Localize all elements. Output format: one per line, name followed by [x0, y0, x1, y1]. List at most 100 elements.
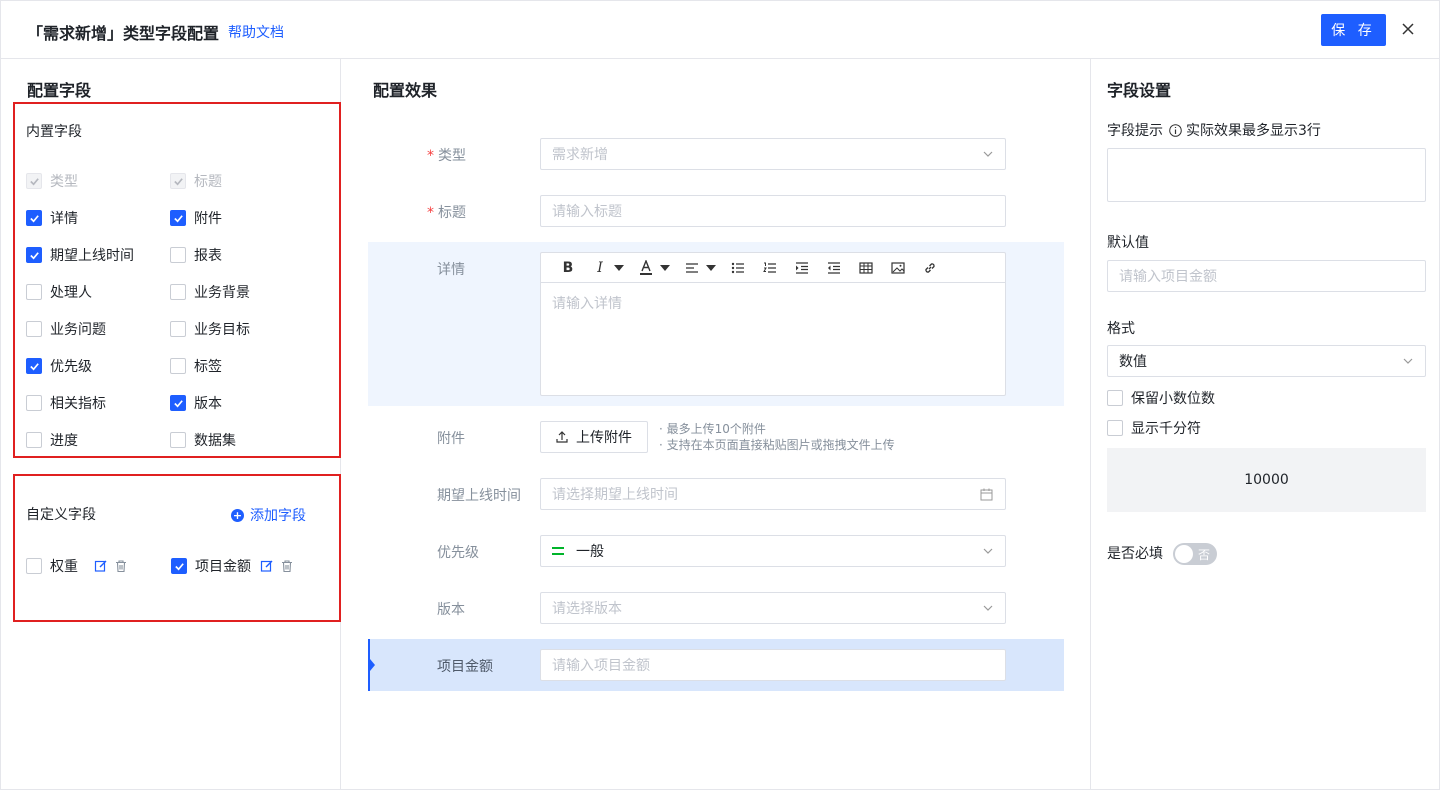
priority-normal-icon	[552, 545, 564, 557]
checkbox[interactable]	[26, 432, 42, 448]
checkbox-checked[interactable]	[170, 210, 186, 226]
format-select[interactable]: 数值	[1107, 345, 1426, 377]
bullet-list-icon[interactable]	[727, 257, 749, 279]
chevron-down-icon[interactable]	[659, 257, 671, 279]
builtin-field-item[interactable]: 报表	[170, 245, 222, 265]
checkbox[interactable]	[170, 247, 186, 263]
edit-icon[interactable]	[260, 559, 274, 573]
type-select[interactable]: 需求新增	[540, 138, 1006, 170]
version-select[interactable]: 请选择版本	[540, 592, 1006, 624]
editor-toolbar: B I	[541, 253, 1005, 283]
checkbox[interactable]	[26, 284, 42, 300]
checkbox[interactable]	[170, 321, 186, 337]
builtin-field-item[interactable]: 附件	[170, 208, 222, 228]
help-doc-link[interactable]: 帮助文档	[228, 22, 284, 42]
builtin-field-label: 类型	[50, 174, 78, 190]
expected-time-picker[interactable]: 请选择期望上线时间	[540, 478, 1006, 510]
checkbox-checked	[26, 173, 42, 189]
add-field-label: 添加字段	[250, 508, 306, 524]
checkbox[interactable]	[26, 321, 42, 337]
builtin-field-label: 版本	[194, 396, 222, 412]
outdent-icon[interactable]	[823, 257, 845, 279]
priority-select[interactable]: 一般	[540, 535, 1006, 567]
preview-title: 配置效果	[373, 81, 438, 100]
detail-rich-editor[interactable]: B I 请输入详情	[540, 252, 1006, 396]
checkbox[interactable]	[170, 432, 186, 448]
builtin-field-label: 报表	[194, 248, 222, 264]
checkbox[interactable]	[170, 358, 186, 374]
italic-icon[interactable]: I	[589, 257, 611, 279]
custom-field-amount[interactable]: 项目金额	[171, 556, 294, 576]
builtin-fields-label: 内置字段	[26, 124, 82, 140]
builtin-field-item[interactable]: 进度	[26, 430, 78, 450]
checkbox[interactable]	[26, 395, 42, 411]
checkbox-checked[interactable]	[26, 247, 42, 263]
field-settings-panel: 字段设置 字段提示 实际效果最多显示3行 默认值 请输入项目金额 格式 数值 保…	[1091, 59, 1440, 790]
keep-decimal-option[interactable]: 保留小数位数	[1107, 388, 1215, 408]
ordered-list-icon[interactable]	[759, 257, 781, 279]
align-icon[interactable]	[681, 257, 703, 279]
format-label: 格式	[1107, 321, 1135, 337]
builtin-field-item[interactable]: 业务问题	[26, 319, 106, 339]
builtin-field-item[interactable]: 业务目标	[170, 319, 250, 339]
toggle-knob	[1175, 545, 1193, 563]
custom-field-weight[interactable]: 权重	[26, 556, 128, 576]
expected-time-label: 期望上线时间	[437, 488, 521, 504]
checkbox[interactable]	[26, 558, 42, 574]
builtin-field-label: 详情	[50, 211, 78, 227]
title-input[interactable]: 请输入标题	[540, 195, 1006, 227]
builtin-field-item[interactable]: 数据集	[170, 430, 236, 450]
builtin-field-item: 类型	[26, 171, 78, 191]
builtin-field-item[interactable]: 期望上线时间	[26, 245, 134, 265]
close-icon[interactable]	[1399, 18, 1417, 40]
custom-field-label: 权重	[50, 559, 78, 575]
thousand-separator-option[interactable]: 显示千分符	[1107, 418, 1201, 438]
checkbox[interactable]	[170, 284, 186, 300]
chevron-down-icon[interactable]	[613, 257, 625, 279]
edit-icon[interactable]	[94, 559, 108, 573]
chevron-down-icon[interactable]	[705, 257, 717, 279]
detail-placeholder: 请输入详情	[552, 296, 622, 312]
builtin-field-item[interactable]: 版本	[170, 393, 222, 413]
version-label: 版本	[437, 602, 465, 618]
save-button[interactable]: 保 存	[1321, 14, 1386, 46]
add-field-button[interactable]: + 添加字段	[231, 505, 306, 525]
toggle-text: 否	[1198, 548, 1211, 562]
builtin-field-label: 优先级	[50, 359, 92, 375]
trash-icon[interactable]	[280, 559, 294, 573]
bold-icon[interactable]: B	[557, 257, 579, 279]
amount-label: 项目金额	[437, 659, 493, 675]
chevron-down-icon	[983, 151, 993, 157]
table-icon[interactable]	[855, 257, 877, 279]
builtin-field-label: 期望上线时间	[50, 248, 134, 264]
upload-attachment-button[interactable]: 上传附件	[540, 421, 648, 453]
checkbox[interactable]	[1107, 420, 1123, 436]
checkbox-checked[interactable]	[26, 358, 42, 374]
builtin-field-item[interactable]: 业务背景	[170, 282, 250, 302]
checkbox-checked[interactable]	[171, 558, 187, 574]
upload-hint-1: · 最多上传10个附件	[659, 422, 766, 436]
field-hint-textarea[interactable]	[1107, 148, 1426, 202]
builtin-field-item[interactable]: 相关指标	[26, 393, 106, 413]
checkbox[interactable]	[1107, 390, 1123, 406]
builtin-field-item[interactable]: 优先级	[26, 356, 92, 376]
required-toggle[interactable]: 否	[1173, 543, 1217, 565]
link-icon[interactable]	[919, 257, 941, 279]
indent-icon[interactable]	[791, 257, 813, 279]
field-settings-title: 字段设置	[1107, 81, 1172, 100]
builtin-field-item[interactable]: 处理人	[26, 282, 92, 302]
builtin-field-label: 标题	[194, 174, 222, 190]
chevron-down-icon	[983, 548, 993, 554]
builtin-field-item[interactable]: 详情	[26, 208, 78, 228]
default-value-input[interactable]: 请输入项目金额	[1107, 260, 1426, 292]
image-icon[interactable]	[887, 257, 909, 279]
builtin-field-item[interactable]: 标签	[170, 356, 222, 376]
font-color-icon[interactable]	[635, 257, 657, 279]
type-label: * 类型	[427, 148, 466, 164]
dialog-title: 「需求新增」类型字段配置	[27, 24, 220, 43]
amount-input[interactable]: 请输入项目金额	[540, 649, 1006, 681]
checkbox-checked[interactable]	[26, 210, 42, 226]
checkbox-checked	[170, 173, 186, 189]
trash-icon[interactable]	[114, 559, 128, 573]
checkbox-checked[interactable]	[170, 395, 186, 411]
